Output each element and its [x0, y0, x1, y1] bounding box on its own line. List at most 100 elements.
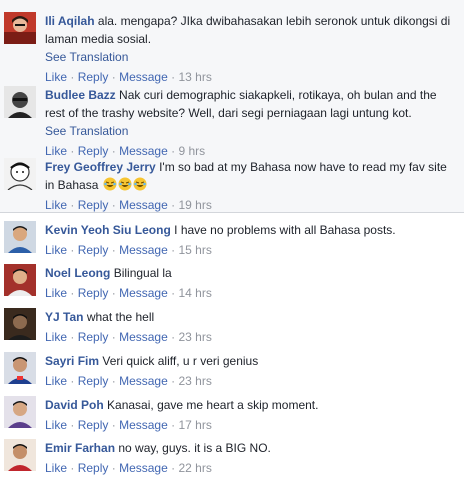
- timestamp[interactable]: 23 hrs: [178, 374, 211, 388]
- avatar[interactable]: [4, 352, 36, 384]
- commenter-name[interactable]: Emir Farhan: [45, 441, 115, 455]
- separator: ·: [171, 286, 176, 300]
- reply-link[interactable]: Reply: [78, 70, 109, 84]
- timestamp[interactable]: 17 hrs: [178, 418, 211, 432]
- separator: ·: [171, 198, 176, 212]
- reply-link[interactable]: Reply: [78, 374, 109, 388]
- comment-text: I have no problems with all Bahasa posts…: [174, 223, 396, 237]
- like-link[interactable]: Like: [45, 374, 67, 388]
- message-link[interactable]: Message: [119, 330, 168, 344]
- separator: ·: [70, 461, 75, 475]
- comment-actions: Like · Reply · Message · 17 hrs: [45, 416, 456, 434]
- message-link[interactable]: Message: [119, 374, 168, 388]
- separator: ·: [111, 374, 116, 388]
- timestamp[interactable]: 23 hrs: [178, 330, 211, 344]
- separator: ·: [70, 144, 75, 158]
- comment-actions: Like · Reply · Message · 15 hrs: [45, 241, 456, 259]
- separator: ·: [111, 70, 116, 84]
- comment-actions: Like · Reply · Message · 23 hrs: [45, 328, 456, 346]
- avatar[interactable]: [4, 12, 36, 44]
- like-link[interactable]: Like: [45, 243, 67, 257]
- comment-actions: Like · Reply · Message · 22 hrs: [45, 459, 456, 477]
- separator: ·: [70, 330, 75, 344]
- comment-actions: Like · Reply · Message · 13 hrs: [45, 68, 456, 86]
- separator: ·: [111, 144, 116, 158]
- commenter-name[interactable]: Sayri Fim: [45, 354, 99, 368]
- separator: ·: [111, 461, 116, 475]
- separator: ·: [171, 461, 176, 475]
- comment-actions: Like · Reply · Message · 14 hrs: [45, 284, 456, 302]
- avatar[interactable]: [4, 439, 36, 471]
- timestamp[interactable]: 13 hrs: [178, 70, 211, 84]
- timestamp[interactable]: 9 hrs: [178, 144, 205, 158]
- like-link[interactable]: Like: [45, 330, 67, 344]
- separator: ·: [70, 70, 75, 84]
- like-link[interactable]: Like: [45, 198, 67, 212]
- commenter-name[interactable]: Noel Leong: [45, 266, 110, 280]
- message-link[interactable]: Message: [119, 198, 168, 212]
- avatar[interactable]: [4, 158, 36, 190]
- comment-text: what the hell: [86, 310, 155, 324]
- commenter-name[interactable]: YJ Tan: [45, 310, 83, 324]
- separator: ·: [70, 374, 75, 388]
- reply-group: Ili Aqilah ala. mengapa? JIka dwibahasak…: [0, 0, 464, 212]
- message-link[interactable]: Message: [119, 418, 168, 432]
- separator: ·: [70, 198, 75, 212]
- like-link[interactable]: Like: [45, 144, 67, 158]
- avatar[interactable]: [4, 396, 36, 428]
- comment-text: Bilingual la: [113, 266, 172, 280]
- timestamp[interactable]: 14 hrs: [178, 286, 211, 300]
- timestamp[interactable]: 19 hrs: [178, 198, 211, 212]
- message-link[interactable]: Message: [119, 286, 168, 300]
- message-link[interactable]: Message: [119, 144, 168, 158]
- message-link[interactable]: Message: [119, 461, 168, 475]
- avatar[interactable]: [4, 264, 36, 296]
- separator: ·: [70, 286, 75, 300]
- like-link[interactable]: Like: [45, 418, 67, 432]
- crying-laughing-emoji: [118, 177, 132, 191]
- reply-link[interactable]: Reply: [78, 286, 109, 300]
- separator: ·: [171, 374, 176, 388]
- comment-group: Kevin Yeoh Siu Leong I have no problems …: [0, 212, 464, 479]
- avatar[interactable]: [4, 221, 36, 253]
- separator: ·: [70, 243, 75, 257]
- avatar[interactable]: [4, 308, 36, 340]
- like-link[interactable]: Like: [45, 286, 67, 300]
- message-link[interactable]: Message: [119, 243, 168, 257]
- separator: ·: [171, 70, 176, 84]
- message-link[interactable]: Message: [119, 70, 168, 84]
- separator: ·: [111, 418, 116, 432]
- commenter-name[interactable]: David Poh: [45, 398, 104, 412]
- commenter-name[interactable]: Kevin Yeoh Siu Leong: [45, 223, 171, 237]
- avatar[interactable]: [4, 86, 36, 118]
- reply-link[interactable]: Reply: [78, 330, 109, 344]
- separator: ·: [171, 418, 176, 432]
- reply-link[interactable]: Reply: [78, 418, 109, 432]
- timestamp[interactable]: 15 hrs: [178, 243, 211, 257]
- commenter-name[interactable]: Frey Geoffrey Jerry: [45, 160, 156, 174]
- crying-laughing-emoji: [133, 177, 147, 191]
- comment-actions: Like · Reply · Message · 23 hrs: [45, 372, 456, 390]
- commenter-name[interactable]: Ili Aqilah: [45, 14, 95, 28]
- like-link[interactable]: Like: [45, 70, 67, 84]
- separator: ·: [171, 243, 176, 257]
- separator: ·: [111, 330, 116, 344]
- separator: ·: [111, 243, 116, 257]
- reply-link[interactable]: Reply: [78, 243, 109, 257]
- like-link[interactable]: Like: [45, 461, 67, 475]
- comment-text: no way, guys. it is a BIG NO.: [118, 441, 271, 455]
- separator: ·: [111, 198, 116, 212]
- comment-thread: Ili Aqilah ala. mengapa? JIka dwibahasak…: [0, 0, 464, 479]
- timestamp[interactable]: 22 hrs: [178, 461, 211, 475]
- see-translation-link[interactable]: See Translation: [45, 122, 456, 140]
- separator: ·: [70, 418, 75, 432]
- see-translation-link[interactable]: See Translation: [45, 48, 456, 66]
- crying-laughing-emoji: [103, 177, 117, 191]
- commenter-name[interactable]: Budlee Bazz: [45, 88, 116, 102]
- crying-laughing-emoji-group: [102, 177, 147, 192]
- reply-link[interactable]: Reply: [78, 461, 109, 475]
- comment-text: ala. mengapa? JIka dwibahasakan lebih se…: [45, 14, 451, 46]
- separator: ·: [171, 330, 176, 344]
- reply-link[interactable]: Reply: [78, 144, 109, 158]
- reply-link[interactable]: Reply: [78, 198, 109, 212]
